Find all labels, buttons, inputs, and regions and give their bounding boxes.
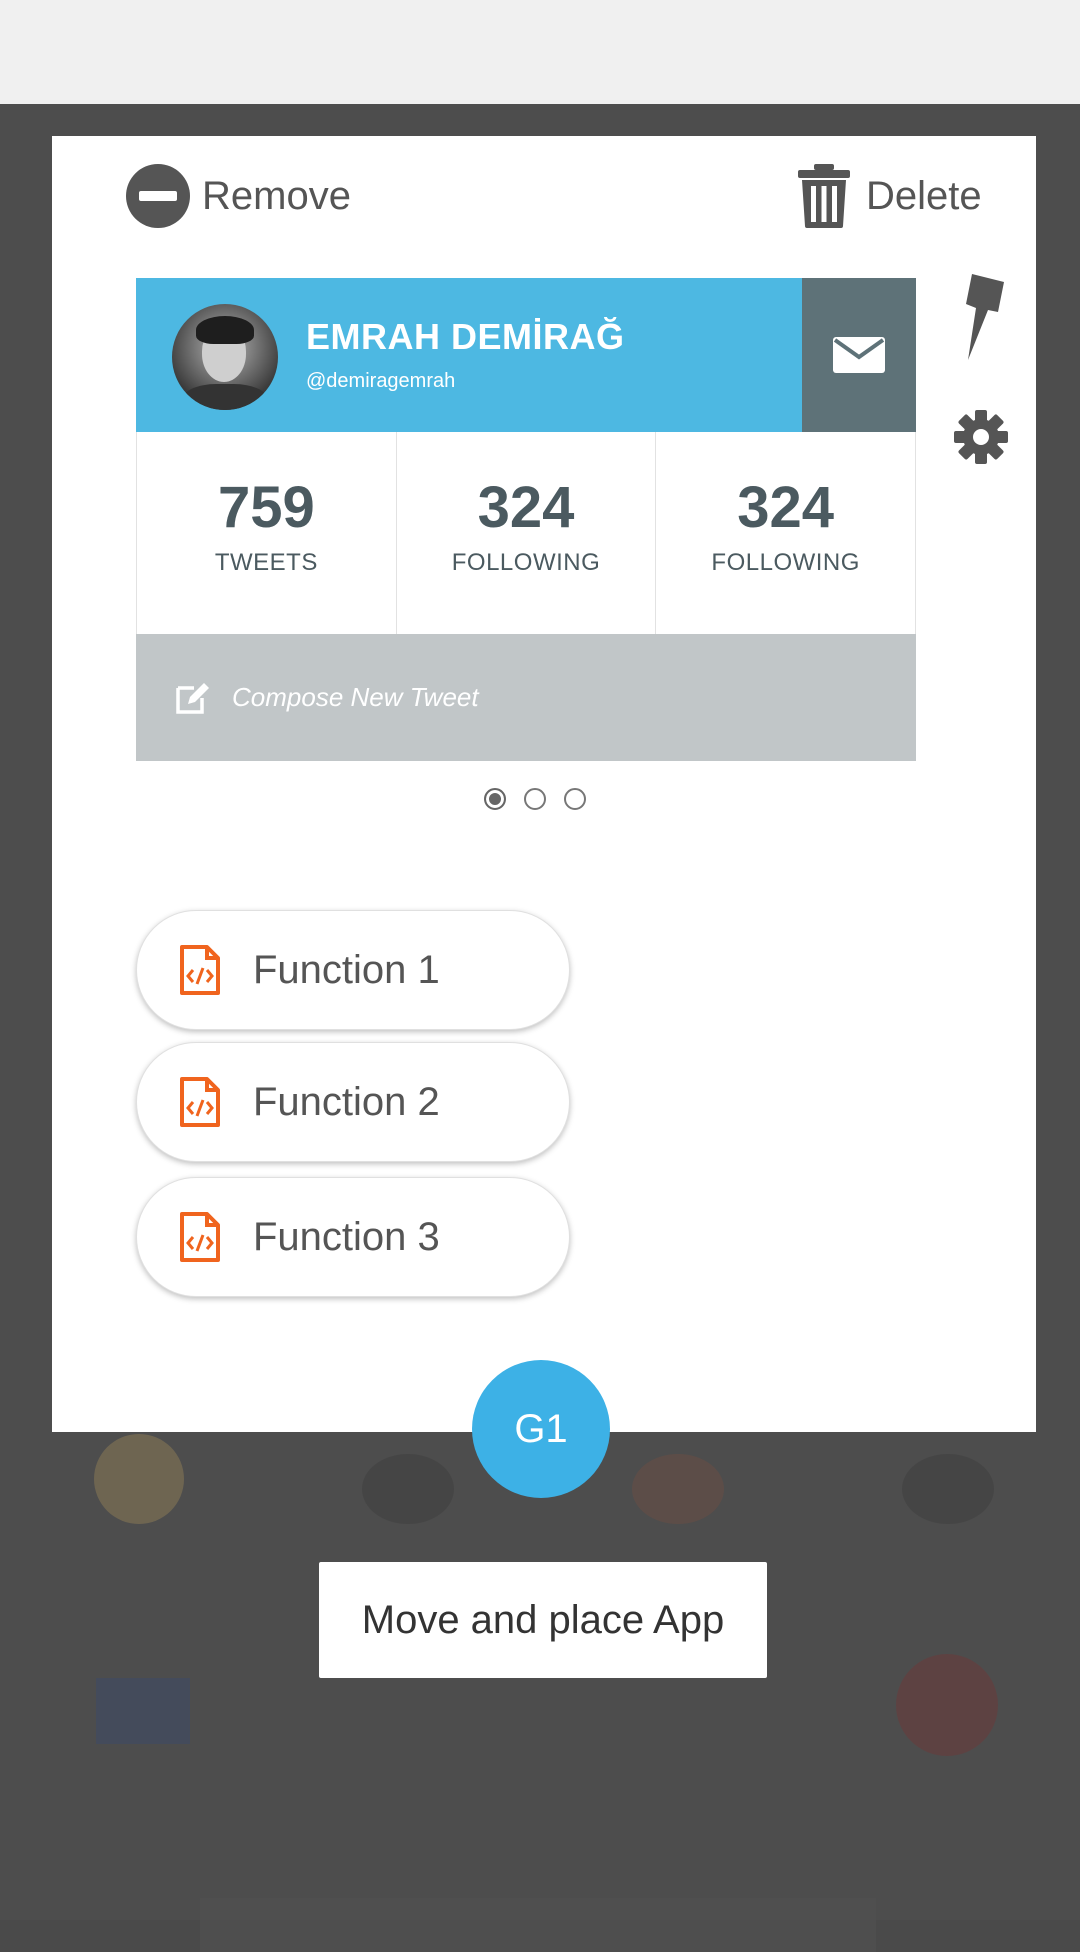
background-app-icon (362, 1454, 454, 1524)
code-file-icon (180, 1212, 220, 1262)
profile-stats: 759 TWEETS 324 FOLLOWING 324 FOLLOWING (136, 432, 916, 634)
delete-button[interactable]: Delete (796, 164, 982, 228)
page-dot-1[interactable] (484, 788, 506, 810)
profile-handle: @demiragemrah (306, 370, 456, 392)
twitter-profile-widget[interactable]: EMRAH DEMİRAĞ @demiragemrah 759 TWEETS 3… (136, 278, 916, 761)
delete-label: Delete (866, 173, 982, 218)
carousel-pagination (484, 788, 586, 810)
remove-label: Remove (202, 173, 351, 218)
stat-label: FOLLOWING (451, 549, 601, 576)
pin-icon[interactable] (958, 272, 1008, 362)
stat-value: 324 (737, 475, 835, 540)
profile-header: EMRAH DEMİRAĞ @demiragemrah (136, 278, 802, 432)
background-add-collection-bar (200, 1898, 876, 1952)
remove-button[interactable]: Remove (126, 164, 351, 228)
stat-following[interactable]: 324 FOLLOWING (397, 432, 657, 634)
code-file-icon (180, 945, 220, 995)
avatar (172, 304, 278, 410)
page-dot-2[interactable] (524, 788, 546, 810)
group-button[interactable]: G1 (472, 1360, 610, 1498)
function-2-button[interactable]: Function 2 (136, 1042, 570, 1162)
mail-icon (833, 337, 885, 373)
tooltip-text: Move and place App (361, 1597, 725, 1642)
background-app-icon (632, 1454, 724, 1524)
background-app-icon (902, 1454, 994, 1524)
page-dot-3[interactable] (564, 788, 586, 810)
compose-text: Compose New Tweet (232, 682, 479, 712)
function-label: Function 3 (253, 1214, 440, 1259)
function-1-button[interactable]: Function 1 (136, 910, 570, 1030)
function-label: Function 2 (253, 1079, 440, 1124)
gear-icon[interactable] (954, 410, 1008, 464)
trash-icon (798, 164, 850, 228)
stat-label: TWEETS (214, 549, 318, 576)
move-app-tooltip: Move and place App (319, 1562, 767, 1678)
background-app-icon (94, 1434, 184, 1524)
profile-name: EMRAH DEMİRAĞ (306, 316, 625, 357)
background-dribbble-icon (896, 1654, 998, 1756)
stat-label: FOLLOWING (711, 549, 860, 576)
status-bar (0, 0, 1080, 104)
code-file-icon (180, 1077, 220, 1127)
stat-following-2[interactable]: 324 FOLLOWING (656, 432, 915, 634)
edit-icon (176, 682, 209, 714)
function-3-button[interactable]: Function 3 (136, 1177, 570, 1297)
message-button[interactable] (802, 278, 916, 432)
stat-tweets[interactable]: 759 TWEETS (137, 432, 397, 634)
function-label: Function 1 (253, 947, 440, 992)
minus-circle-icon (126, 164, 190, 228)
compose-tweet-button[interactable]: Compose New Tweet (136, 634, 916, 761)
background-app-thumbnail (96, 1678, 190, 1744)
stat-value: 759 (217, 475, 315, 540)
stat-value: 324 (477, 475, 575, 540)
